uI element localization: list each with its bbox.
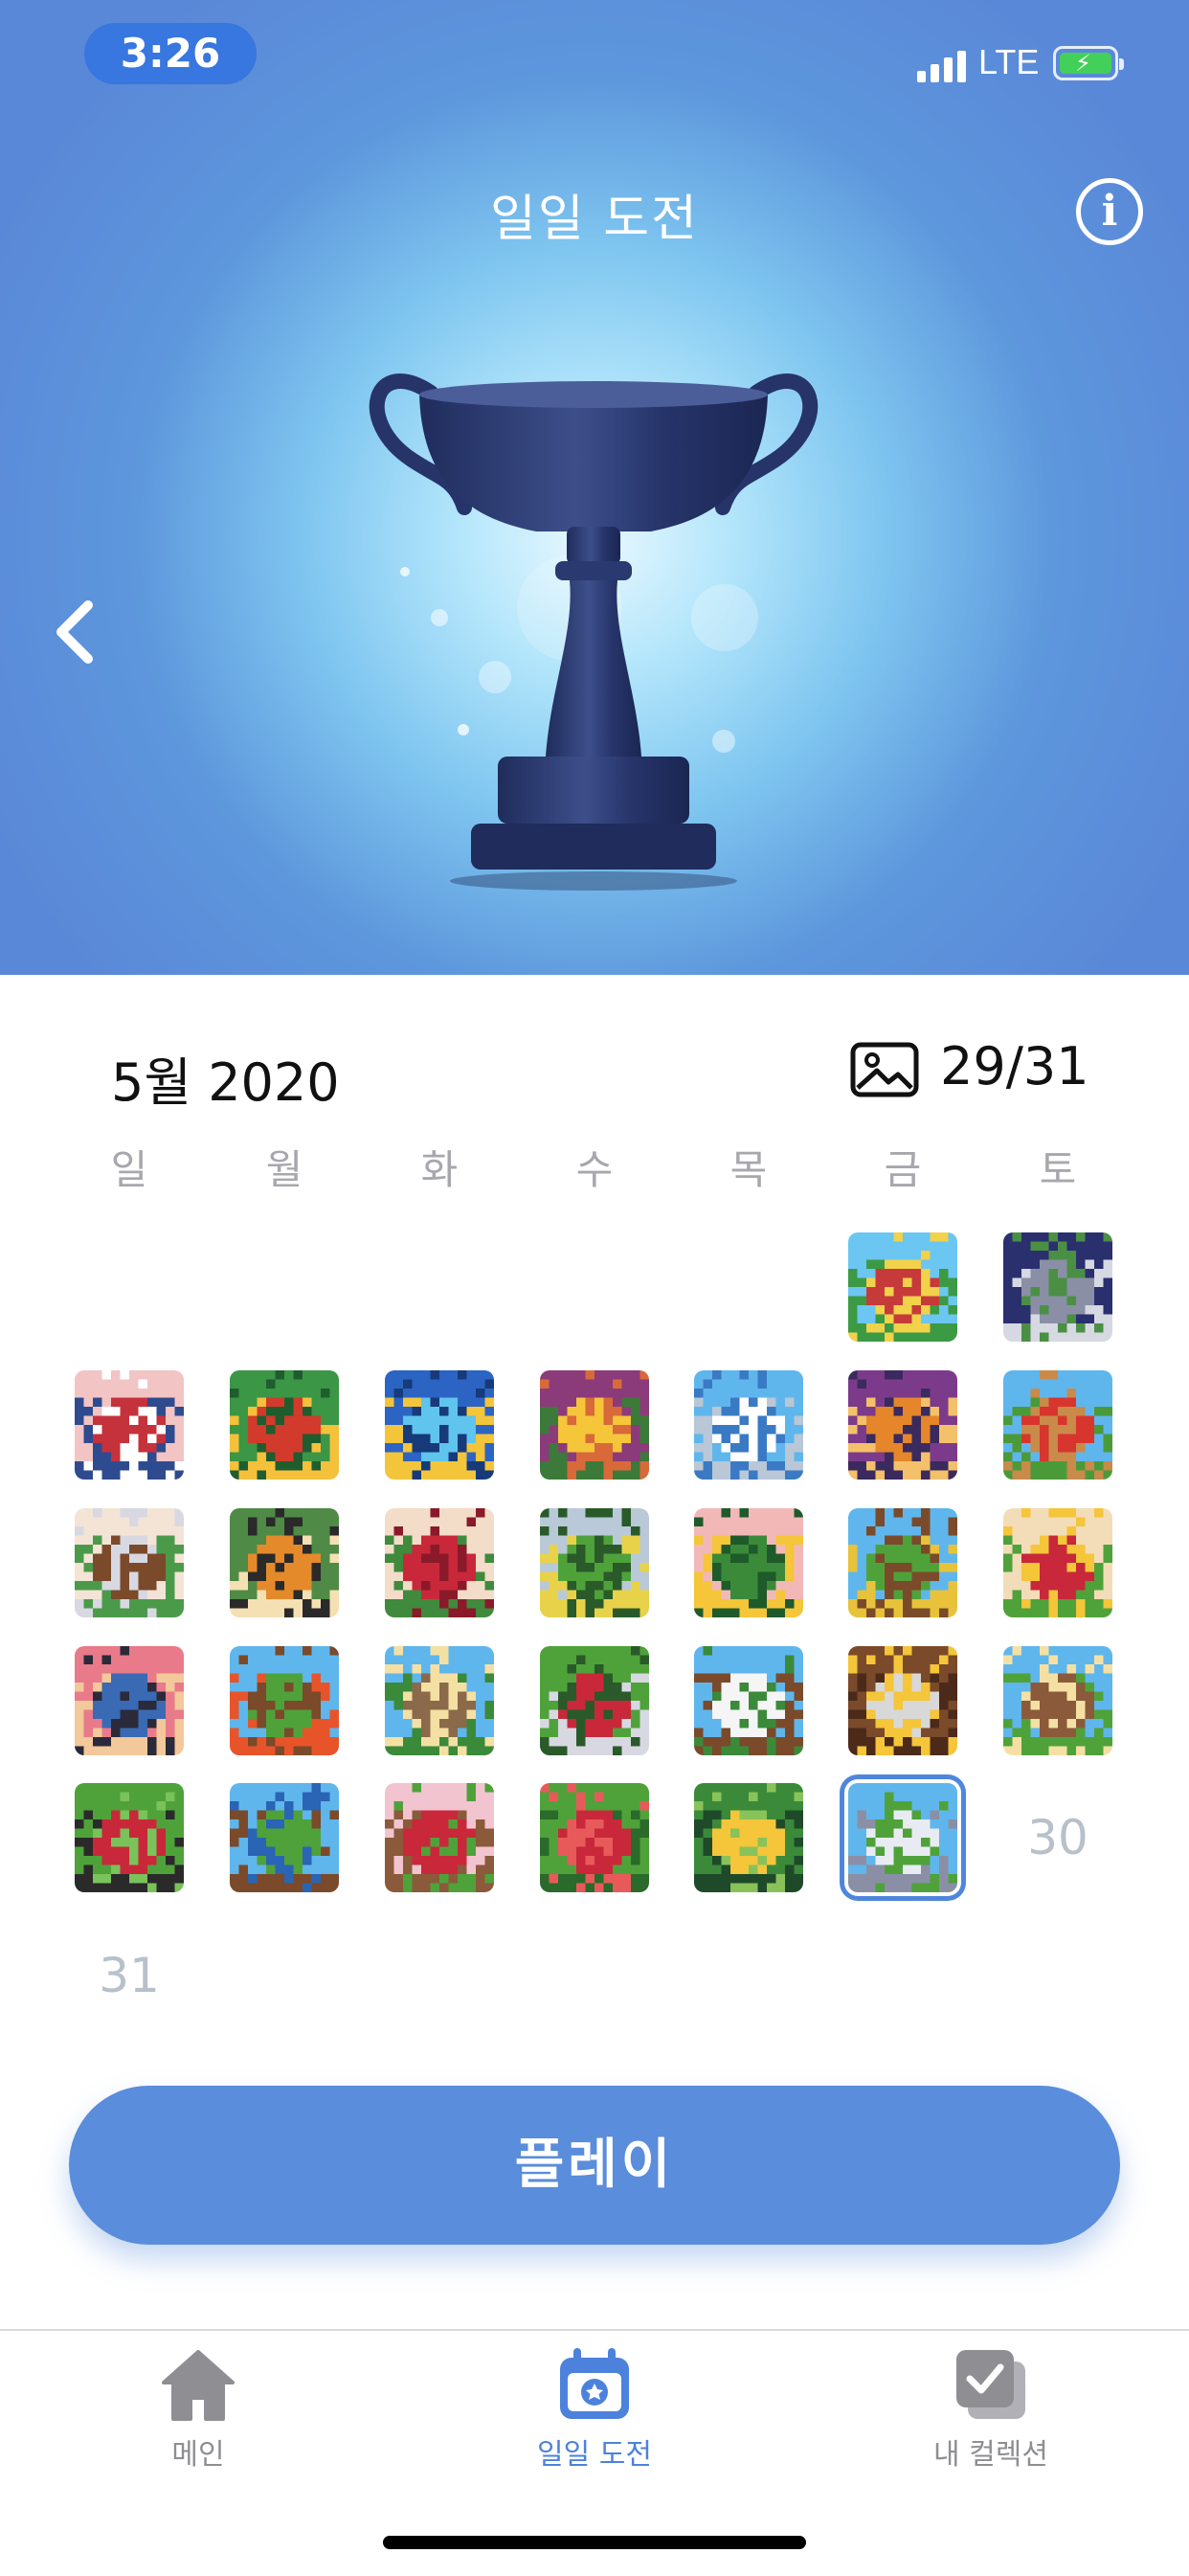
calendar-day-8-orange-fox[interactable]: [848, 1370, 957, 1480]
pixel-art-thumbnail: [75, 1508, 184, 1617]
pixel-art-thumbnail: [385, 1508, 494, 1617]
status-bar: 3:26 LTE ⚡: [0, 0, 1189, 115]
weekday-label: 수: [575, 1146, 614, 1193]
calendar-day-10-girl-with-cat[interactable]: [75, 1508, 184, 1617]
calendar-day-4-red-parrot[interactable]: [230, 1370, 339, 1480]
pixel-art-thumbnail: [385, 1783, 494, 1892]
trophy-icon: [369, 373, 819, 891]
page-title: 일일 도전: [490, 191, 699, 248]
collection-check-icon: [956, 2350, 1025, 2419]
pixel-art-thumbnail: [75, 1370, 184, 1480]
pixel-art-thumbnail: [848, 1232, 957, 1342]
pixel-art-thumbnail: [694, 1783, 803, 1892]
calendar-day-15-tree-flowers[interactable]: [848, 1508, 957, 1617]
info-icon[interactable]: i: [1076, 178, 1143, 245]
tab-daily-challenge[interactable]: 일일 도전: [451, 2331, 738, 2494]
calendar-day-27-red-tulips[interactable]: [540, 1783, 649, 1892]
calendar-day-20-garden-tools[interactable]: [540, 1646, 649, 1755]
pixel-art-thumbnail: [230, 1783, 339, 1892]
home-indicator: [383, 2536, 806, 2549]
pixel-art-thumbnail: [848, 1508, 957, 1617]
calendar-day-13-green-frog[interactable]: [540, 1508, 649, 1617]
play-button[interactable]: 플레이: [69, 2086, 1120, 2245]
pixel-art-thumbnail: [694, 1646, 803, 1755]
pixel-art-thumbnail: [385, 1646, 494, 1755]
calendar-day-11-tiger[interactable]: [230, 1508, 339, 1617]
pixel-art-thumbnail: [75, 1646, 184, 1755]
pixel-art-thumbnail: [540, 1508, 649, 1617]
pixel-art-thumbnail: [1003, 1370, 1112, 1480]
calendar-day-2-stone-castle[interactable]: [1003, 1232, 1112, 1342]
pixel-art-thumbnail: [1003, 1508, 1112, 1617]
pixel-art-thumbnail: [848, 1783, 957, 1892]
calendar-day-locked: 31: [99, 1948, 160, 2003]
calendar-day-12-red-roses[interactable]: [385, 1508, 494, 1617]
home-icon: [162, 2350, 235, 2421]
pixel-art-thumbnail: [540, 1646, 649, 1755]
calendar-day-9-potted-flowers[interactable]: [1003, 1370, 1112, 1480]
tab-label: 내 컬렉션: [933, 2438, 1048, 2472]
calendar-day-16-vegetables[interactable]: [1003, 1508, 1112, 1617]
tab-label: 일일 도전: [537, 2438, 652, 2472]
pixel-art-thumbnail: [540, 1370, 649, 1480]
status-time: 3:26: [84, 23, 257, 84]
weekday-label: 금: [884, 1146, 922, 1193]
month-label: 5월 2020: [111, 1052, 340, 1113]
tab-label: 메인: [171, 2438, 225, 2472]
calendar-day-22-wooden-hut[interactable]: [848, 1646, 957, 1755]
progress-count: 29/31: [940, 1036, 1089, 1096]
cellular-signal-icon: [917, 48, 971, 82]
pixel-art-thumbnail: [230, 1508, 339, 1617]
chevron-left-icon[interactable]: [48, 594, 105, 670]
calendar-day-5-aquarium[interactable]: [385, 1370, 494, 1480]
pixel-art-thumbnail: [385, 1370, 494, 1480]
calendar-day-1-carnival-tent[interactable]: [848, 1232, 957, 1342]
calendar-star-icon: [560, 2348, 629, 2419]
battery-charging-icon: ⚡: [1053, 46, 1124, 80]
calendar-day-28-green-bottles[interactable]: [694, 1783, 803, 1892]
weekday-label: 월: [265, 1146, 303, 1193]
pixel-art-thumbnail: [75, 1783, 184, 1892]
pixel-art-thumbnail: [230, 1370, 339, 1480]
tab-main[interactable]: 메인: [55, 2331, 342, 2494]
pixel-art-thumbnail: [230, 1646, 339, 1755]
calendar-day-7-white-dove[interactable]: [694, 1370, 803, 1480]
weekday-label: 일: [110, 1146, 148, 1193]
weekday-label: 화: [420, 1146, 459, 1193]
calendar-day-29-white-elephant[interactable]: [848, 1783, 957, 1892]
pixel-art-thumbnail: [694, 1370, 803, 1480]
pixel-art-thumbnail: [1003, 1232, 1112, 1342]
calendar-day-25-lake-house[interactable]: [230, 1783, 339, 1892]
calendar-day-24-scooter[interactable]: [75, 1783, 184, 1892]
calendar-day-6-sombrero-man[interactable]: [540, 1370, 649, 1480]
pixel-art-thumbnail: [1003, 1646, 1112, 1755]
tab-my-collection[interactable]: 내 컬렉션: [847, 2331, 1134, 2494]
hero-banner: 3:26 LTE ⚡ 일일 도전 i: [0, 0, 1189, 975]
weekday-label: 목: [729, 1146, 768, 1193]
calendar-day-18-flower-pot[interactable]: [230, 1646, 339, 1755]
calendar-day-3-sailboat[interactable]: [75, 1370, 184, 1480]
pixel-art-thumbnail: [848, 1370, 957, 1480]
gallery-icon: [850, 1042, 919, 1097]
calendar-day-14-pine-forest[interactable]: [694, 1508, 803, 1617]
calendar-day-17-computer-screen[interactable]: [75, 1646, 184, 1755]
pixel-art-thumbnail: [540, 1783, 649, 1892]
calendar-day-locked: 30: [1027, 1810, 1088, 1865]
network-type: LTE: [978, 42, 1040, 81]
pixel-art-thumbnail: [848, 1646, 957, 1755]
calendar-day-19-mallard-duck[interactable]: [385, 1646, 494, 1755]
calendar-day-26-picnic-basket[interactable]: [385, 1783, 494, 1892]
pixel-art-thumbnail: [694, 1508, 803, 1617]
calendar-day-23-tortoise[interactable]: [1003, 1646, 1112, 1755]
calendar-day-21-windmill[interactable]: [694, 1646, 803, 1755]
weekday-label: 토: [1039, 1146, 1077, 1193]
